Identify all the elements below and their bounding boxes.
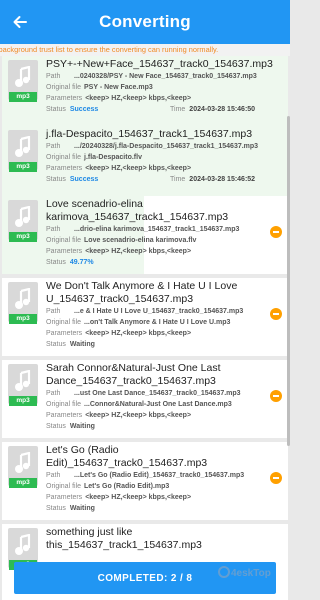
watermark: 4eskTop	[218, 566, 271, 579]
parameters-label: Parameters	[46, 165, 83, 172]
list-item[interactable]: mp3 Sarah Connor&Natural-Just One Last D…	[2, 360, 288, 438]
parameters-label: Parameters	[46, 248, 83, 255]
status-label: Status	[46, 106, 66, 113]
audio-file-icon: mp3	[8, 282, 38, 324]
original-file: ...Connor&Natural-Just One Last Dance.mp…	[84, 401, 232, 408]
status-value: Success	[69, 176, 99, 183]
output-path: ...ust One Last Dance_154637_track0_1546…	[74, 390, 241, 397]
format-badge: mp3	[9, 478, 37, 488]
original-file-label: Original file	[46, 483, 82, 490]
audio-file-icon: mp3	[8, 200, 38, 242]
file-name: Love scenadrio-elina karimova_154637_tra…	[46, 198, 229, 223]
time-value: 2024-03-28 15:46:52	[189, 176, 256, 183]
time-value: 2024-03-28 15:46:50	[189, 106, 256, 113]
status-value: Waiting	[69, 423, 95, 430]
remove-button[interactable]	[270, 226, 282, 238]
remove-button[interactable]	[270, 390, 282, 402]
parameters-label: Parameters	[46, 330, 83, 337]
original-file: PSY - New Face.mp3	[84, 84, 153, 91]
path-label: Path	[46, 143, 61, 150]
watermark-text: 4eskTop	[231, 568, 271, 579]
parameters-label: Parameters	[46, 412, 83, 419]
file-name: We Don't Talk Anymore & I Hate U I Love …	[46, 280, 238, 305]
notice-banner: r background trust list to ensure the co…	[0, 44, 290, 56]
output-path: .../20240328/j.fla-Despacito_154637_trac…	[74, 143, 259, 150]
output-path: ...Let's Go (Radio Edit)_154637_track0_1…	[74, 472, 245, 479]
file-name: Sarah Connor&Natural-Just One Last Dance…	[46, 362, 221, 387]
original-file: j.fla-Despacito.flv	[84, 154, 142, 161]
list-item[interactable]: mp3 j.fla-Despacito_154637_track1_154637…	[2, 126, 288, 204]
status-value: Success	[69, 106, 99, 113]
original-file-label: Original file	[46, 401, 82, 408]
original-file: ...on't Talk Anymore & I Hate U I Love U…	[84, 319, 231, 326]
audio-file-icon: mp3	[8, 130, 38, 172]
list-item[interactable]: mp3 Let's Go (Radio Edit)_154637_track0_…	[2, 442, 288, 520]
converting-screen: Converting r background trust list to en…	[0, 0, 290, 600]
parameters-value: <keep> HZ,<keep> kbps,<keep>	[85, 95, 192, 102]
file-name: PSY+-+New+Face_154637_track0_154637.mp3	[46, 58, 273, 70]
status-label: Status	[46, 259, 66, 266]
path-label: Path	[46, 308, 61, 315]
time-label: Time	[170, 176, 186, 183]
original-file-label: Original file	[46, 237, 82, 244]
file-name: Let's Go (Radio Edit)_154637_track0_1546…	[46, 444, 208, 469]
format-badge: mp3	[9, 232, 37, 242]
list-item[interactable]: mp3 PSY+-+New+Face_154637_track0_154637.…	[2, 56, 288, 134]
parameters-value: <keep> HZ,<keep> kbps,<keep>	[85, 165, 192, 172]
status-label: Status	[46, 423, 66, 430]
conversion-list[interactable]: mp3 PSY+-+New+Face_154637_track0_154637.…	[0, 56, 290, 600]
format-badge: mp3	[9, 314, 37, 324]
status-label: Status	[46, 341, 66, 348]
list-item[interactable]: mp3 We Don't Talk Anymore & I Hate U I L…	[2, 278, 288, 356]
path-label: Path	[46, 73, 61, 80]
path-label: Path	[46, 226, 61, 233]
original-file-label: Original file	[46, 319, 82, 326]
output-path: ...0240328/PSY - New Face_154637_track0_…	[74, 73, 257, 80]
parameters-value: <keep> HZ,<keep> kbps,<keep>	[85, 494, 192, 501]
remove-button[interactable]	[270, 308, 282, 320]
app-bar: Converting	[0, 0, 290, 44]
notice-text: r background trust list to ensure the co…	[0, 45, 219, 54]
format-badge: mp3	[9, 92, 37, 102]
path-label: Path	[46, 390, 61, 397]
scrollbar[interactable]	[287, 116, 290, 446]
watermark-logo-icon	[218, 566, 230, 578]
status-label: Status	[46, 505, 66, 512]
status-value: Waiting	[69, 505, 95, 512]
time-label: Time	[170, 106, 186, 113]
audio-file-icon: mp3	[8, 364, 38, 406]
file-name: j.fla-Despacito_154637_track1_154637.mp3	[46, 128, 253, 140]
original-file: Let's Go (Radio Edit).mp3	[84, 483, 170, 490]
original-file-label: Original file	[46, 84, 82, 91]
output-path: ...drio-elina karimova_154637_track1_154…	[74, 226, 240, 233]
path-label: Path	[46, 472, 61, 479]
parameters-value: <keep> HZ,<keep> kbps,<keep>	[85, 248, 192, 255]
parameters-label: Parameters	[46, 494, 83, 501]
page-title: Converting	[99, 12, 191, 31]
parameters-label: Parameters	[46, 95, 83, 102]
parameters-value: <keep> HZ,<keep> kbps,<keep>	[85, 412, 192, 419]
status-value: Waiting	[69, 341, 95, 348]
format-badge: mp3	[9, 396, 37, 406]
output-path: ...e & I Hate U I Love U_154637_track0_1…	[74, 308, 244, 315]
parameters-value: <keep> HZ,<keep> kbps,<keep>	[85, 330, 192, 337]
format-badge: mp3	[9, 162, 37, 172]
original-file-label: Original file	[46, 154, 82, 161]
file-name: something just like this_154637_track1_1…	[46, 526, 202, 551]
audio-file-icon: mp3	[8, 446, 38, 488]
status-value: 49.77%	[69, 259, 94, 266]
status-label: Status	[46, 176, 66, 183]
list-item[interactable]: mp3 Love scenadrio-elina karimova_154637…	[2, 196, 288, 274]
original-file: Love scenadrio-elina karimova.flv	[84, 237, 197, 244]
audio-file-icon: mp3	[8, 60, 38, 102]
remove-button[interactable]	[270, 472, 282, 484]
